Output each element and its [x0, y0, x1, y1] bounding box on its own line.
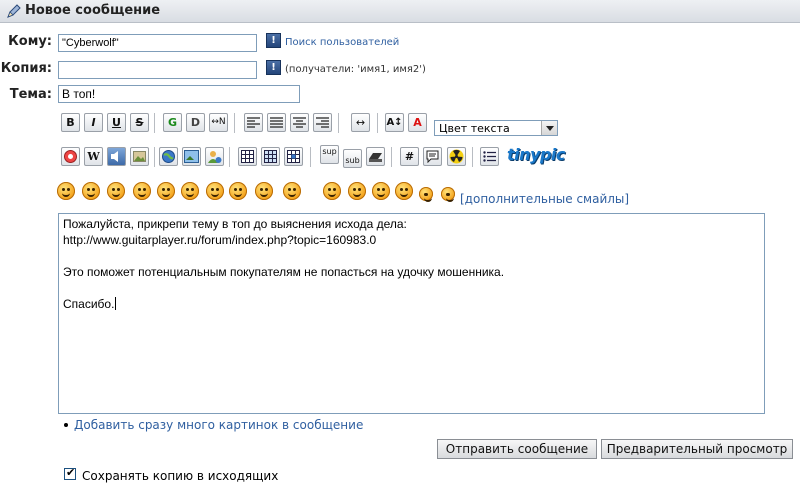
smiley-icon[interactable]	[181, 182, 199, 200]
smiley-icon[interactable]	[323, 182, 341, 200]
cc-label: Копия:	[0, 61, 52, 76]
message-textarea[interactable]: Пожалуйста, прикрепи тему в топ до выясн…	[58, 213, 765, 414]
bullet	[64, 423, 68, 427]
image-icon	[133, 151, 146, 162]
info-icon[interactable]: !	[266, 60, 281, 75]
smiley-icon[interactable]	[107, 182, 125, 200]
video-button[interactable]	[107, 147, 126, 166]
more-smilies-link[interactable]: [дополнительные смайлы]	[460, 192, 629, 206]
align-center-icon	[293, 117, 306, 128]
toolbar-separator	[310, 147, 311, 167]
toolbar-separator	[154, 113, 155, 133]
hide-button[interactable]	[366, 147, 385, 166]
table-icon	[264, 150, 277, 163]
toolbar-separator	[472, 147, 473, 167]
toolbar-separator	[377, 113, 378, 133]
smiley-icon[interactable]	[372, 182, 390, 200]
add-many-images-link[interactable]: Добавить сразу много картинок в сообщени…	[74, 418, 363, 432]
list-button[interactable]	[480, 147, 499, 166]
smiley-icon[interactable]	[133, 182, 151, 200]
page-title: Новое сообщение	[25, 3, 161, 18]
speech-bubble-icon	[426, 150, 439, 164]
speaker-icon	[111, 151, 118, 162]
align-left-button[interactable]	[244, 113, 263, 132]
smiley-icon[interactable]	[255, 182, 273, 200]
smiley-icon[interactable]	[57, 182, 75, 200]
horizontal-rule-button[interactable]: ↔	[351, 113, 370, 132]
toolbar-separator	[229, 147, 230, 167]
smiley-icon[interactable]	[419, 187, 433, 202]
font-color-button[interactable]: A	[408, 113, 427, 132]
toolbar-separator	[391, 147, 392, 167]
justify-button[interactable]	[267, 113, 286, 132]
preview-button[interactable]: Предварительный просмотр	[601, 439, 793, 459]
text-color-select-value: Цвет текста	[439, 122, 510, 135]
photo-button[interactable]	[182, 147, 201, 166]
smiley-icon[interactable]	[82, 182, 100, 200]
save-copy-checkbox[interactable]	[64, 466, 76, 480]
image-button[interactable]	[130, 147, 149, 166]
align-justify-icon	[270, 117, 283, 128]
subject-field[interactable]: В топ!	[58, 85, 300, 103]
toolbar-separator	[338, 113, 339, 133]
search-users-link[interactable]: Поиск пользователей	[285, 37, 399, 48]
send-message-button[interactable]: Отправить сообщение	[437, 439, 597, 459]
align-center-button[interactable]	[290, 113, 309, 132]
globe-icon	[162, 150, 175, 163]
subject-label: Тема:	[9, 87, 52, 102]
table-icon	[241, 150, 254, 163]
table-cell-button[interactable]	[284, 147, 303, 166]
user-icon	[208, 151, 222, 163]
underline-button[interactable]: U	[107, 113, 126, 132]
code-button[interactable]: #	[400, 147, 419, 166]
pen-icon	[7, 4, 21, 18]
text-color-select[interactable]: Цвет текста	[434, 120, 558, 136]
italic-button[interactable]: I	[84, 113, 103, 132]
list-icon	[483, 151, 496, 162]
toolbar-separator	[234, 113, 235, 133]
strike-button[interactable]: S	[130, 113, 149, 132]
table-icon	[287, 150, 300, 163]
flash-icon	[64, 150, 77, 163]
link-button[interactable]	[159, 147, 178, 166]
user-button[interactable]	[205, 147, 224, 166]
toolbar-separator	[154, 147, 155, 167]
cc-hint: (получатели: 'имя1, имя2')	[285, 64, 426, 75]
cc-field[interactable]	[58, 61, 257, 79]
window-title-bar: Новое сообщение	[0, 0, 800, 23]
subscript-button[interactable]: sub	[343, 149, 362, 168]
radiation-button[interactable]	[447, 147, 466, 166]
tinypic-button[interactable]: tinypic	[507, 145, 565, 164]
radiation-icon	[449, 149, 464, 164]
align-right-button[interactable]	[313, 113, 332, 132]
font-size-button[interactable]: A↕	[385, 113, 404, 132]
wikipedia-button[interactable]: W	[84, 147, 103, 166]
marquee-button[interactable]: ↔N	[209, 113, 228, 132]
glow-button[interactable]: G	[163, 113, 182, 132]
bold-button[interactable]: B	[61, 113, 80, 132]
youtube-button[interactable]	[61, 147, 80, 166]
photo-icon	[184, 150, 199, 163]
info-icon[interactable]: !	[266, 33, 281, 48]
superscript-button[interactable]: sup	[320, 145, 339, 164]
smiley-icon[interactable]	[157, 182, 175, 200]
text-caret	[115, 297, 117, 310]
table-row-button[interactable]	[261, 147, 280, 166]
to-label: Кому:	[8, 34, 52, 49]
smiley-icon[interactable]	[229, 182, 247, 200]
chevron-down-icon[interactable]	[541, 121, 557, 135]
smiley-icon[interactable]	[395, 182, 413, 200]
typewriter-icon	[369, 153, 382, 162]
align-right-icon	[316, 117, 329, 128]
to-field[interactable]: "Cyberwolf"	[58, 34, 257, 52]
smiley-icon[interactable]	[206, 182, 224, 200]
quote-button[interactable]	[423, 147, 442, 166]
table-button[interactable]	[238, 147, 257, 166]
save-copy-label: Сохранять копию в исходящих	[82, 469, 279, 483]
smiley-icon[interactable]	[283, 182, 301, 200]
smiley-icon[interactable]	[441, 187, 455, 202]
smiley-icon[interactable]	[348, 182, 366, 200]
shadow-button[interactable]: D	[186, 113, 205, 132]
align-left-icon	[247, 117, 260, 128]
